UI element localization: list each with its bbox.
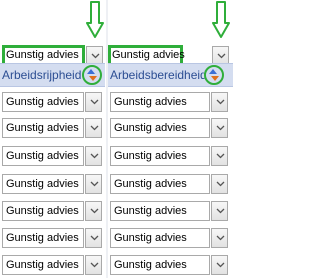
row-select[interactable]: Gunstig advies — [2, 118, 84, 138]
row-select-value: Gunstig advies — [6, 232, 79, 244]
row-dropdown-button[interactable] — [211, 174, 228, 194]
row-dropdown-button[interactable] — [85, 255, 102, 275]
row-dropdown-button[interactable] — [85, 228, 102, 248]
row-dropdown-button[interactable] — [211, 118, 228, 138]
arrow-down-icon — [86, 1, 104, 38]
filter-select-value: Gunstig advies — [6, 49, 79, 61]
row-select[interactable]: Gunstig advies — [110, 146, 210, 166]
row-dropdown-button[interactable] — [85, 146, 102, 166]
row-select[interactable]: Gunstig advies — [2, 255, 84, 275]
row-select-value: Gunstig advies — [6, 259, 79, 271]
row-dropdown-button[interactable] — [211, 255, 228, 275]
row-select[interactable]: Gunstig advies — [110, 201, 210, 221]
row-select-value: Gunstig advies — [6, 178, 79, 190]
row-select-value: Gunstig advies — [6, 96, 79, 108]
highlight-circle — [204, 65, 224, 85]
row-dropdown-button[interactable] — [85, 174, 102, 194]
row-select[interactable]: Gunstig advies — [110, 174, 210, 194]
row-select-value: Gunstig advies — [114, 178, 187, 190]
chevron-down-icon — [90, 208, 99, 214]
row-dropdown-button[interactable] — [85, 201, 102, 221]
row-select[interactable]: Gunstig advies — [2, 146, 84, 166]
row-select[interactable]: Gunstig advies — [110, 118, 210, 138]
chevron-down-icon — [216, 125, 225, 131]
row-select[interactable]: Gunstig advies — [2, 174, 84, 194]
chevron-down-icon — [91, 53, 100, 59]
row-select-value: Gunstig advies — [114, 122, 187, 134]
row-dropdown-button[interactable] — [211, 92, 228, 112]
row-select-value: Gunstig advies — [6, 122, 79, 134]
row-select[interactable]: Gunstig advies — [2, 228, 84, 248]
chevron-down-icon — [216, 262, 225, 268]
row-select[interactable]: Gunstig advies — [2, 92, 84, 112]
highlight-circle — [82, 65, 102, 85]
row-dropdown-button[interactable] — [211, 228, 228, 248]
row-select[interactable]: Gunstig advies — [2, 201, 84, 221]
row-select-value: Gunstig advies — [114, 205, 187, 217]
row-select-value: Gunstig advies — [6, 150, 79, 162]
chevron-down-icon — [216, 153, 225, 159]
chevron-down-icon — [90, 125, 99, 131]
chevron-down-icon — [216, 235, 225, 241]
row-dropdown-button[interactable] — [85, 118, 102, 138]
chevron-down-icon — [90, 181, 99, 187]
arrow-down-icon — [212, 1, 230, 38]
row-select-value: Gunstig advies — [114, 96, 187, 108]
row-select[interactable]: Gunstig advies — [110, 255, 210, 275]
chevron-down-icon — [216, 181, 225, 187]
row-dropdown-button[interactable] — [85, 92, 102, 112]
row-select-value: Gunstig advies — [114, 150, 187, 162]
chevron-down-icon — [90, 235, 99, 241]
chevron-down-icon — [216, 99, 225, 105]
chevron-down-icon — [90, 99, 99, 105]
row-dropdown-button[interactable] — [211, 146, 228, 166]
row-select[interactable]: Gunstig advies — [110, 228, 210, 248]
filter-select-value: Gunstig advies — [112, 49, 185, 61]
row-dropdown-button[interactable] — [211, 201, 228, 221]
column-divider — [106, 0, 108, 278]
column-header-label: Arbeidsbereidheid — [110, 68, 207, 82]
chevron-down-icon — [217, 53, 226, 59]
row-select-value: Gunstig advies — [114, 232, 187, 244]
column-header-label: Arbeidsrijpheid — [2, 68, 82, 82]
chevron-down-icon — [90, 153, 99, 159]
chevron-down-icon — [216, 208, 225, 214]
row-select[interactable]: Gunstig advies — [110, 92, 210, 112]
row-select-value: Gunstig advies — [6, 205, 79, 217]
row-select-value: Gunstig advies — [114, 259, 187, 271]
chevron-down-icon — [90, 262, 99, 268]
